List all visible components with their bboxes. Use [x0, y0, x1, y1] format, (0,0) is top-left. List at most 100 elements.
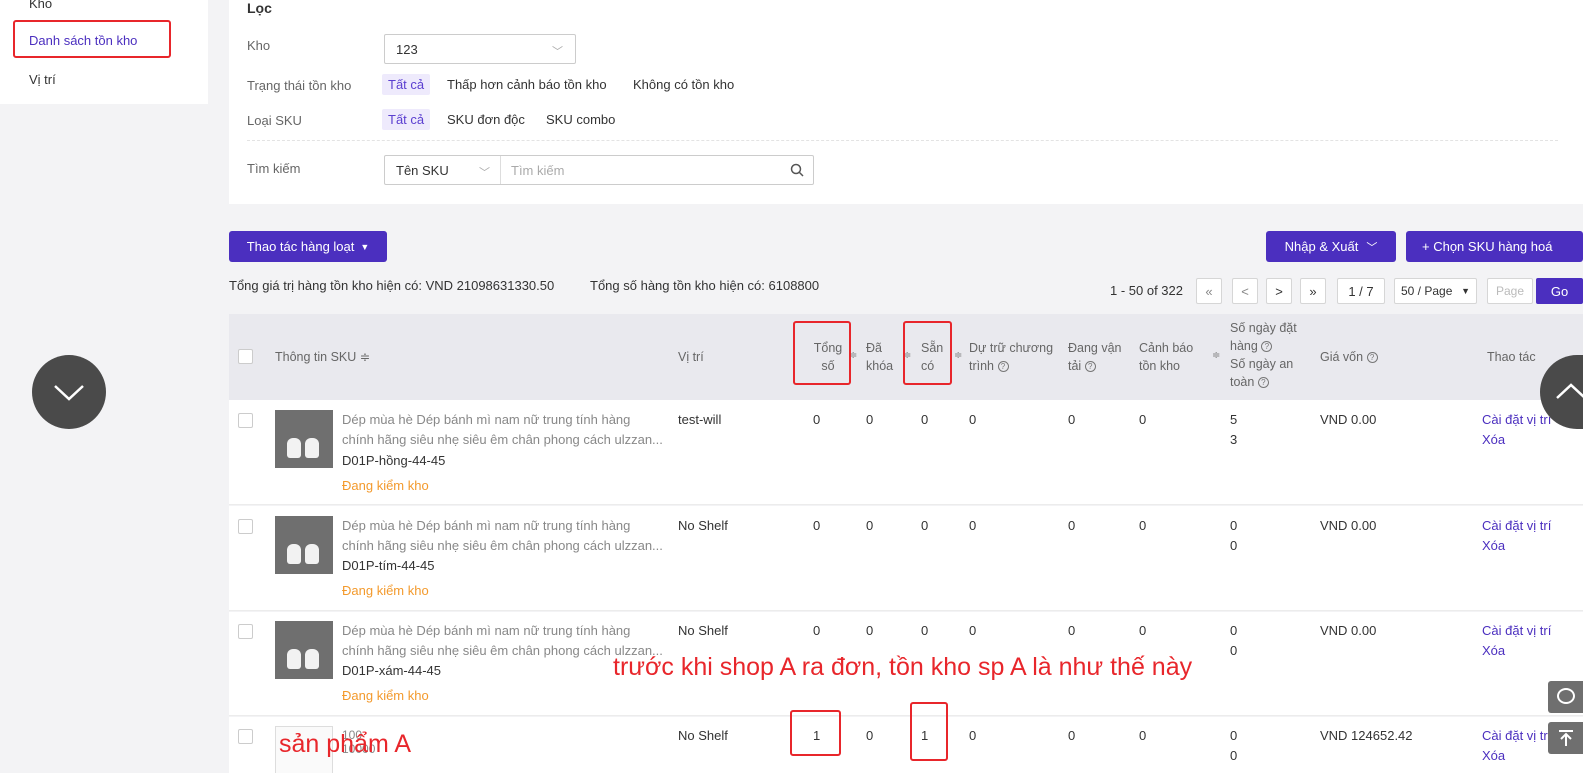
first-page-button[interactable]: « [1196, 278, 1222, 304]
cell-reserve: 0 [969, 518, 977, 533]
header-cost-label: Giá vốn [1320, 350, 1364, 364]
help-icon[interactable]: ? [1084, 361, 1096, 373]
stock-status-all[interactable]: Tất cả [382, 74, 431, 95]
total-qty-text: Tổng số hàng tồn kho hiện có: 6108800 [590, 278, 820, 293]
search-field-select[interactable]: Tên SKU [396, 163, 449, 178]
cell-days-safe: 0 [1230, 643, 1238, 658]
select-all-checkbox[interactable] [238, 349, 253, 364]
product-thumbnail [275, 516, 333, 574]
last-page-button[interactable]: » [1300, 278, 1326, 304]
set-location-link[interactable]: Cài đặt vị tr [1482, 726, 1548, 746]
sku-type-all[interactable]: Tất cả [382, 109, 431, 130]
annotation-product-a: sản phẩm A [279, 730, 412, 758]
divider [500, 156, 501, 184]
product-sku: D01P-tím-44-45 [342, 558, 435, 573]
header-reserve: Dự trữ chương trình ? [969, 339, 1053, 375]
stock-status-below-alert[interactable]: Thấp hơn cảnh báo tồn kho [441, 74, 613, 95]
sku-type-combo[interactable]: SKU combo [540, 109, 621, 130]
cell-location: test-will [678, 412, 722, 427]
sku-type-single[interactable]: SKU đơn độc [441, 109, 531, 130]
product-name-line1: Dép mùa hè Dép bánh mì nam nữ trung tính… [342, 623, 631, 638]
table-row: Dép mùa hè Dép bánh mì nam nữ trung tính… [229, 506, 1583, 611]
search-input[interactable]: Tìm kiếm [511, 163, 564, 178]
caret-down-icon: ▼ [360, 241, 370, 252]
header-sku-info[interactable]: Thông tin SKU ≑ [275, 348, 370, 366]
header-days-line3: Số ngày an [1230, 357, 1294, 371]
cell-reserve: 0 [969, 623, 977, 638]
header-transit-line1: Đang vận [1068, 341, 1122, 355]
help-icon[interactable]: ? [1366, 352, 1378, 364]
set-location-link[interactable]: Cài đặt vị trí [1482, 410, 1551, 430]
page-indicator: 1 / 7 [1337, 278, 1385, 304]
cell-total: 0 [813, 623, 821, 638]
stock-status-no-stock[interactable]: Không có tồn kho [627, 74, 740, 95]
help-icon[interactable]: ? [1261, 341, 1273, 353]
cell-alert: 0 [1139, 412, 1147, 427]
product-name-line2: chính hãng siêu nhẹ siêu êm chân phong c… [342, 432, 663, 447]
next-page-button[interactable]: > [1266, 278, 1292, 304]
bulk-actions-button[interactable]: Thao tác hàng loạt ▼ [229, 231, 387, 262]
stock-status-label: Trạng thái tồn kho [247, 78, 352, 93]
cell-available: 0 [921, 412, 929, 427]
cell-alert: 0 [1139, 623, 1147, 638]
warehouse-select[interactable]: 123 ﹀ [384, 34, 576, 64]
sidebar-item-location[interactable]: Vị trí [29, 72, 56, 87]
filter-panel: Lọc Kho 123 ﹀ Trạng thái tồn kho Tất cả … [229, 0, 1583, 204]
sort-icon[interactable]: ≑ [954, 350, 962, 361]
row-checkbox[interactable] [238, 624, 253, 639]
pagination-range: 1 - 50 of 322 [1110, 283, 1183, 298]
chevron-down-icon: ﹀ [479, 167, 490, 179]
add-sku-button[interactable]: + Chọn SKU hàng hoá [1406, 231, 1583, 262]
header-locked[interactable]: Đã khóa [866, 339, 893, 375]
cell-days-order: 0 [1230, 728, 1238, 743]
per-page-select[interactable]: 50 / Page ▼ [1394, 278, 1477, 304]
search-icon[interactable] [790, 163, 804, 177]
row-checkbox[interactable] [238, 729, 253, 744]
delete-link[interactable]: Xóa [1482, 430, 1505, 450]
cell-locked: 0 [866, 518, 874, 533]
divider [247, 140, 1558, 141]
cell-location: No Shelf [678, 728, 728, 743]
cell-locked: 0 [866, 412, 874, 427]
delete-link[interactable]: Xóa [1482, 746, 1505, 766]
delete-link[interactable]: Xóa [1482, 641, 1505, 661]
cell-reserve: 0 [969, 412, 977, 427]
highlight-box-total-header [793, 321, 851, 385]
chevron-down-icon: ﹀ [552, 46, 563, 58]
back-to-top-button[interactable] [1548, 722, 1583, 754]
prev-page-button[interactable]: < [1232, 278, 1258, 304]
cell-cost: VND 124652.42 [1320, 728, 1413, 743]
chat-widget-button[interactable] [1548, 681, 1583, 713]
delete-link[interactable]: Xóa [1482, 536, 1505, 556]
highlight-box-sidebar [13, 20, 171, 58]
row-checkbox[interactable] [238, 413, 253, 428]
set-location-link[interactable]: Cài đặt vị trí [1482, 516, 1551, 536]
help-icon[interactable]: ? [997, 361, 1009, 373]
page-jump-input[interactable]: Page [1487, 278, 1533, 304]
table-row: Dép mùa hè Dép bánh mì nam nữ trung tính… [229, 400, 1583, 505]
highlight-box-available-header [903, 321, 952, 385]
sidebar-item-warehouse[interactable]: Kho [29, 0, 52, 11]
highlight-box-available-value [910, 702, 948, 761]
cell-transit: 0 [1068, 728, 1076, 743]
warehouse-select-value: 123 [396, 42, 418, 57]
header-alert-line1: Cảnh báo [1139, 341, 1194, 355]
sort-icon[interactable]: ≑ [1212, 350, 1220, 361]
header-locked-line2: khóa [866, 359, 894, 373]
import-export-button[interactable]: Nhập & Xuất ﹀ [1266, 231, 1396, 262]
table-row: 100 10000 No Shelf 1 0 1 0 0 0 0 0 VND 1… [229, 717, 1583, 773]
cell-locked: 0 [866, 728, 874, 743]
help-icon[interactable]: ? [1257, 377, 1269, 389]
product-name-line1: Dép mùa hè Dép bánh mì nam nữ trung tính… [342, 412, 631, 427]
search-label: Tìm kiếm [247, 161, 301, 176]
scroll-down-button[interactable] [32, 355, 106, 429]
cell-location: No Shelf [678, 623, 728, 638]
product-sku: D01P-hồng-44-45 [342, 453, 446, 468]
cell-available: 0 [921, 623, 929, 638]
cell-total: 0 [813, 518, 821, 533]
status-badge: Đang kiểm kho [342, 583, 429, 598]
set-location-link[interactable]: Cài đặt vị trí [1482, 621, 1551, 641]
sku-type-label: Loại SKU [247, 113, 302, 128]
row-checkbox[interactable] [238, 519, 253, 534]
go-button[interactable]: Go [1536, 278, 1583, 304]
